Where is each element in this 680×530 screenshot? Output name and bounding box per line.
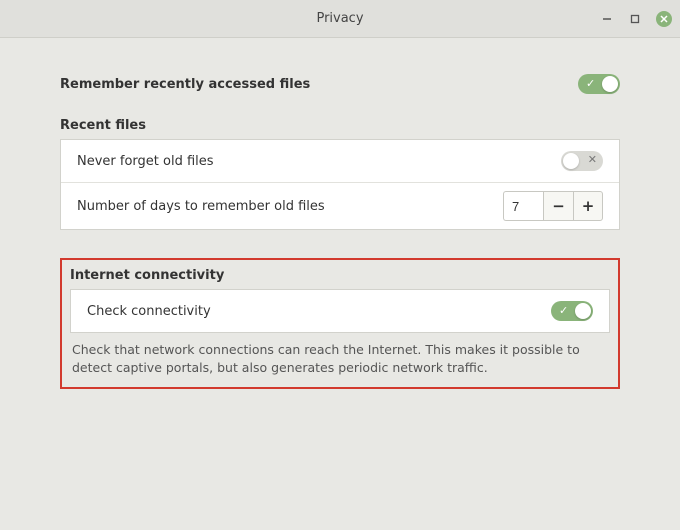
remember-files-label: Remember recently accessed files <box>60 77 310 92</box>
maximize-button[interactable] <box>628 12 642 26</box>
minimize-button[interactable] <box>600 12 614 26</box>
days-increment-button[interactable]: + <box>573 191 603 221</box>
remember-files-row: Remember recently accessed files ✓ <box>60 68 620 100</box>
days-stepper: − + <box>503 191 603 221</box>
connectivity-panel: Check connectivity ✓ <box>70 289 610 333</box>
connectivity-description: Check that network connections can reach… <box>62 333 618 387</box>
window-title: Privacy <box>0 11 680 26</box>
toggle-knob <box>575 303 591 319</box>
days-input[interactable] <box>503 191 543 221</box>
never-forget-row: Never forget old files ✕ <box>61 140 619 182</box>
connectivity-header: Internet connectivity <box>70 268 610 283</box>
content-area: Remember recently accessed files ✓ Recen… <box>0 38 680 419</box>
titlebar: Privacy <box>0 0 680 38</box>
remember-files-toggle[interactable]: ✓ <box>578 74 620 94</box>
toggle-knob <box>563 153 579 169</box>
check-icon: ✓ <box>559 305 568 316</box>
x-icon: ✕ <box>588 154 597 165</box>
close-button[interactable] <box>656 11 672 27</box>
toggle-knob <box>602 76 618 92</box>
check-icon: ✓ <box>586 78 595 89</box>
days-label: Number of days to remember old files <box>77 199 325 214</box>
check-connectivity-label: Check connectivity <box>87 304 211 319</box>
never-forget-label: Never forget old files <box>77 154 214 169</box>
never-forget-toggle[interactable]: ✕ <box>561 151 603 171</box>
check-connectivity-toggle[interactable]: ✓ <box>551 301 593 321</box>
connectivity-section-highlight: Internet connectivity Check connectivity… <box>60 258 620 389</box>
window-controls <box>600 0 672 38</box>
days-decrement-button[interactable]: − <box>543 191 573 221</box>
check-connectivity-row: Check connectivity ✓ <box>71 290 609 332</box>
days-row: Number of days to remember old files − + <box>61 182 619 229</box>
recent-files-header: Recent files <box>60 118 620 133</box>
recent-files-panel: Never forget old files ✕ Number of days … <box>60 139 620 230</box>
